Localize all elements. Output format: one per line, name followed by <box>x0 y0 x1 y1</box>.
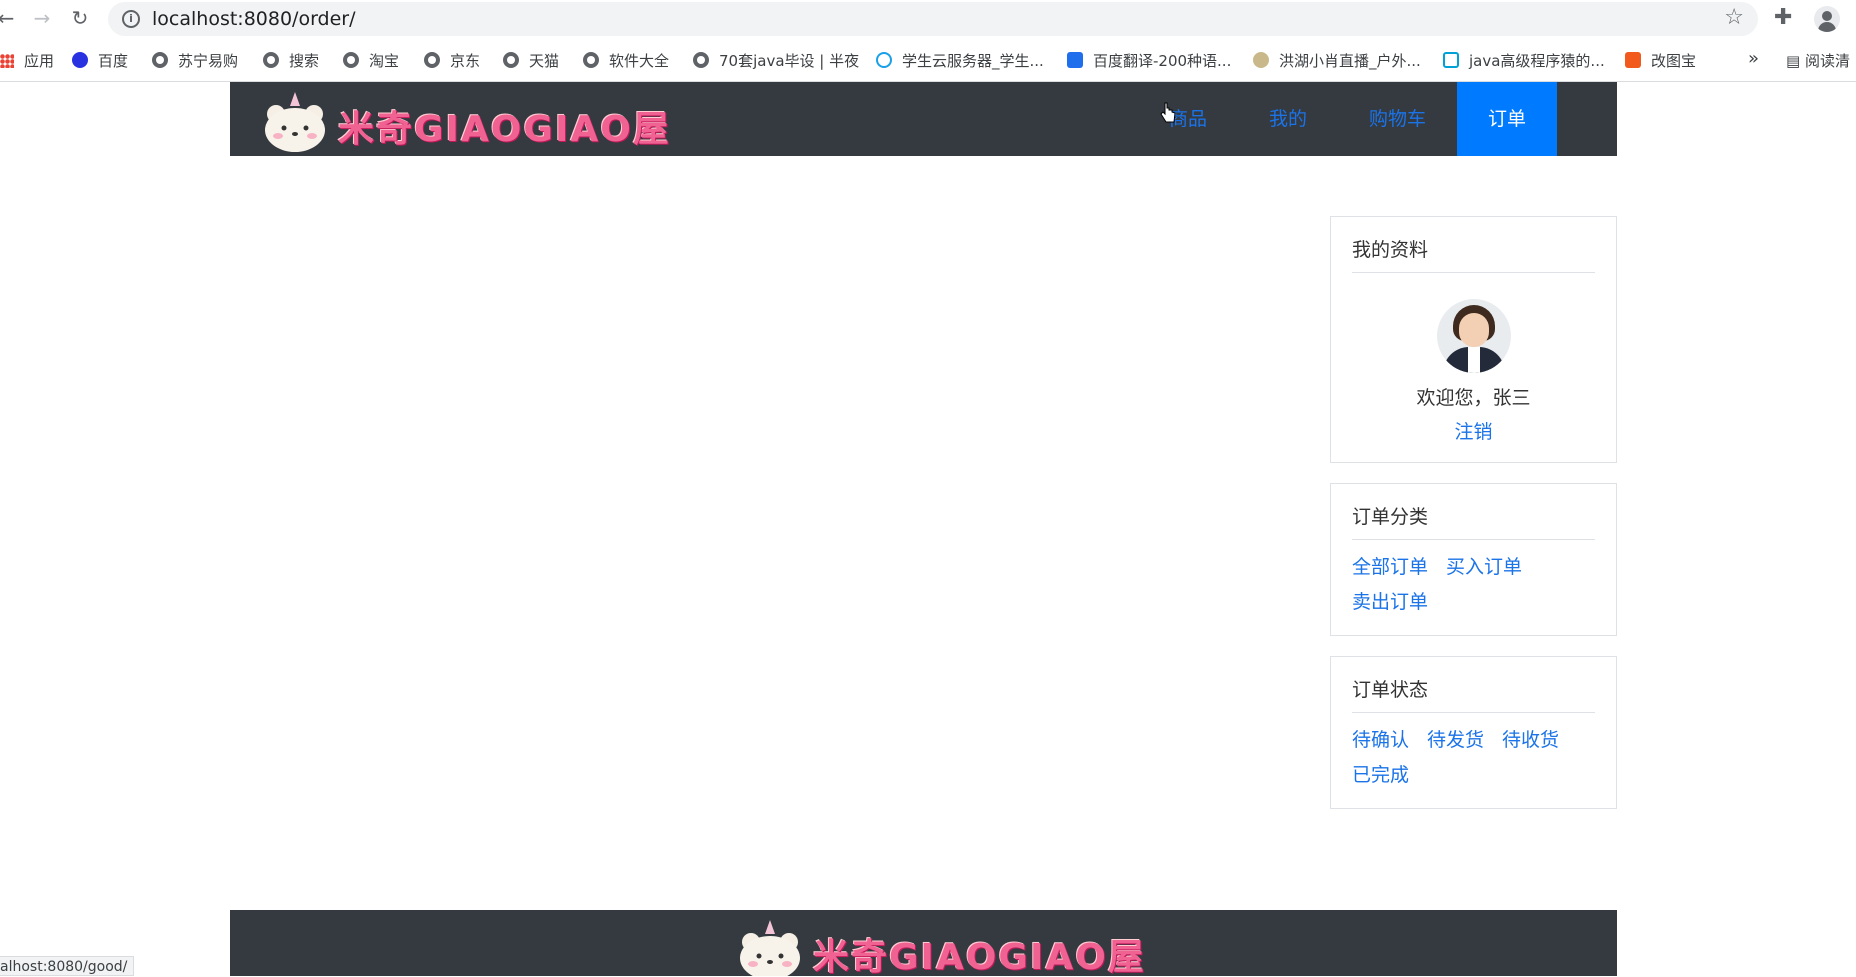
welcome-text: 欢迎您，张三 <box>1416 387 1531 409</box>
logo-text: 米奇GIAOGIAO屋 <box>338 109 671 150</box>
hand-cursor-icon <box>1160 102 1176 123</box>
nav-orders[interactable]: 订单 <box>1456 82 1557 156</box>
globe-icon <box>424 52 440 68</box>
nav-goods[interactable]: 商品 <box>1138 82 1238 156</box>
apps-icon <box>0 54 14 68</box>
nav-mine[interactable]: 我的 <box>1238 82 1338 156</box>
bookmark-label: 淘宝 <box>369 52 400 70</box>
order-category-card: 订单分类 全部订单 买入订单 卖出订单 <box>1330 483 1617 636</box>
bookmark-baidu[interactable]: 百度 <box>72 50 128 72</box>
globe-icon <box>152 52 168 68</box>
reading-list[interactable]: ▤ 阅读清 <box>1786 50 1850 71</box>
link-buy-orders[interactable]: 买入订单 <box>1446 550 1522 585</box>
main-nav: 商品 我的 购物车 订单 <box>1138 82 1557 156</box>
address-bar[interactable]: i localhost:8080/order/ ☆ <box>108 2 1758 36</box>
site-footer: 米奇GIAOGIAO屋 <box>230 910 1617 976</box>
bookmark-label: 百度 <box>98 52 129 70</box>
translate-icon <box>1067 52 1083 68</box>
bookmark-java-projects[interactable]: 70套java毕设 | 半夜 <box>693 50 859 72</box>
globe-icon <box>583 52 599 68</box>
footer-logo-text: 米奇GIAOGIAO屋 <box>813 937 1146 976</box>
bookmark-taobao[interactable]: 淘宝 <box>343 50 399 72</box>
image-edit-icon <box>1625 52 1641 68</box>
bookmarks-more[interactable]: » <box>1748 48 1759 69</box>
bookmark-baidu-translate[interactable]: 百度翻译-200种语... <box>1067 50 1231 72</box>
bookmark-student-cloud[interactable]: 学生云服务器_学生... <box>876 50 1044 72</box>
footer-logo: 米奇GIAOGIAO屋 <box>737 912 1144 976</box>
globe-icon <box>343 52 359 68</box>
reading-list-label: 阅读清 <box>1804 52 1850 70</box>
reading-list-icon: ▤ <box>1786 52 1805 70</box>
link-pending-ship[interactable]: 待发货 <box>1427 723 1484 758</box>
live-icon <box>1253 52 1269 68</box>
bookmark-label: 百度翻译-200种语... <box>1093 52 1232 70</box>
reload-icon[interactable]: ↻ <box>68 6 92 30</box>
globe-icon <box>263 52 279 68</box>
site-header: 米奇GIAOGIAO屋 商品 我的 购物车 订单 <box>230 82 1617 156</box>
order-status-links: 待确认 待发货 待收货 已完成 <box>1352 723 1602 793</box>
bookmark-software[interactable]: 软件大全 <box>583 50 669 72</box>
bear-logo-icon <box>265 92 325 152</box>
cloud-icon <box>876 52 892 68</box>
bear-logo-icon <box>740 920 800 976</box>
bookmark-jd[interactable]: 京东 <box>424 50 480 72</box>
link-pending-confirm[interactable]: 待确认 <box>1352 723 1409 758</box>
site-info-icon[interactable]: i <box>122 10 140 28</box>
logout-link[interactable]: 注销 <box>1331 417 1616 444</box>
bookmark-tmall[interactable]: 天猫 <box>503 50 559 72</box>
profile-card: 我的资料 欢迎您，张三 注销 <box>1330 216 1617 463</box>
bookmark-label: 应用 <box>24 52 55 70</box>
bilibili-icon <box>1443 52 1459 68</box>
bookmark-label: java高级程序猿的... <box>1469 52 1605 70</box>
bookmark-apps[interactable]: 应用 <box>0 50 54 72</box>
bookmark-label: 改图宝 <box>1651 52 1697 70</box>
bookmark-label: 天猫 <box>529 52 560 70</box>
browser-toolbar: ← → ↻ i localhost:8080/order/ ☆ ✚ <box>0 0 1856 38</box>
globe-icon <box>693 52 709 68</box>
profile-card-title: 我的资料 <box>1352 235 1595 273</box>
link-completed[interactable]: 已完成 <box>1352 758 1409 793</box>
bookmark-search[interactable]: 搜索 <box>263 50 319 72</box>
link-pending-receive[interactable]: 待收货 <box>1502 723 1559 758</box>
bookmark-label: 苏宁易购 <box>178 52 239 70</box>
bookmark-label: 软件大全 <box>609 52 670 70</box>
site-logo[interactable]: 米奇GIAOGIAO屋 <box>262 84 669 154</box>
avatar <box>1437 299 1511 373</box>
order-status-card: 订单状态 待确认 待发货 待收货 已完成 <box>1330 656 1617 809</box>
back-icon[interactable]: ← <box>0 6 18 30</box>
link-status-bubble: alhost:8080/good/ <box>0 956 135 976</box>
bookmark-label: 70套java毕设 | 半夜 <box>719 52 860 70</box>
globe-icon <box>503 52 519 68</box>
bookmark-label: 洪湖小肖直播_户外... <box>1279 52 1421 70</box>
link-all-orders[interactable]: 全部订单 <box>1352 550 1428 585</box>
bookmarks-bar: 应用 百度 苏宁易购 搜索 淘宝 京东 天猫 软件大全 70套java毕设 | … <box>0 38 1856 82</box>
bookmark-gaitubao[interactable]: 改图宝 <box>1625 50 1696 72</box>
baidu-icon <box>72 52 88 68</box>
bookmark-label: 搜索 <box>289 52 320 70</box>
profile-avatar-icon[interactable] <box>1814 6 1840 32</box>
nav-cart[interactable]: 购物车 <box>1338 82 1457 156</box>
bookmark-label: 学生云服务器_学生... <box>902 52 1044 70</box>
order-category-title: 订单分类 <box>1352 502 1595 540</box>
forward-icon[interactable]: → <box>30 6 54 30</box>
bookmark-bilibili[interactable]: java高级程序猿的... <box>1443 50 1605 72</box>
bookmark-suning[interactable]: 苏宁易购 <box>152 50 238 72</box>
extensions-icon[interactable]: ✚ <box>1774 5 1792 30</box>
order-status-title: 订单状态 <box>1352 675 1595 713</box>
address-url[interactable]: localhost:8080/order/ <box>152 8 356 30</box>
bookmark-live[interactable]: 洪湖小肖直播_户外... <box>1253 50 1421 72</box>
link-sell-orders[interactable]: 卖出订单 <box>1352 585 1428 620</box>
bookmark-star-icon[interactable]: ☆ <box>1724 5 1744 30</box>
order-category-links: 全部订单 买入订单 卖出订单 <box>1352 550 1602 620</box>
bookmark-label: 京东 <box>450 52 481 70</box>
